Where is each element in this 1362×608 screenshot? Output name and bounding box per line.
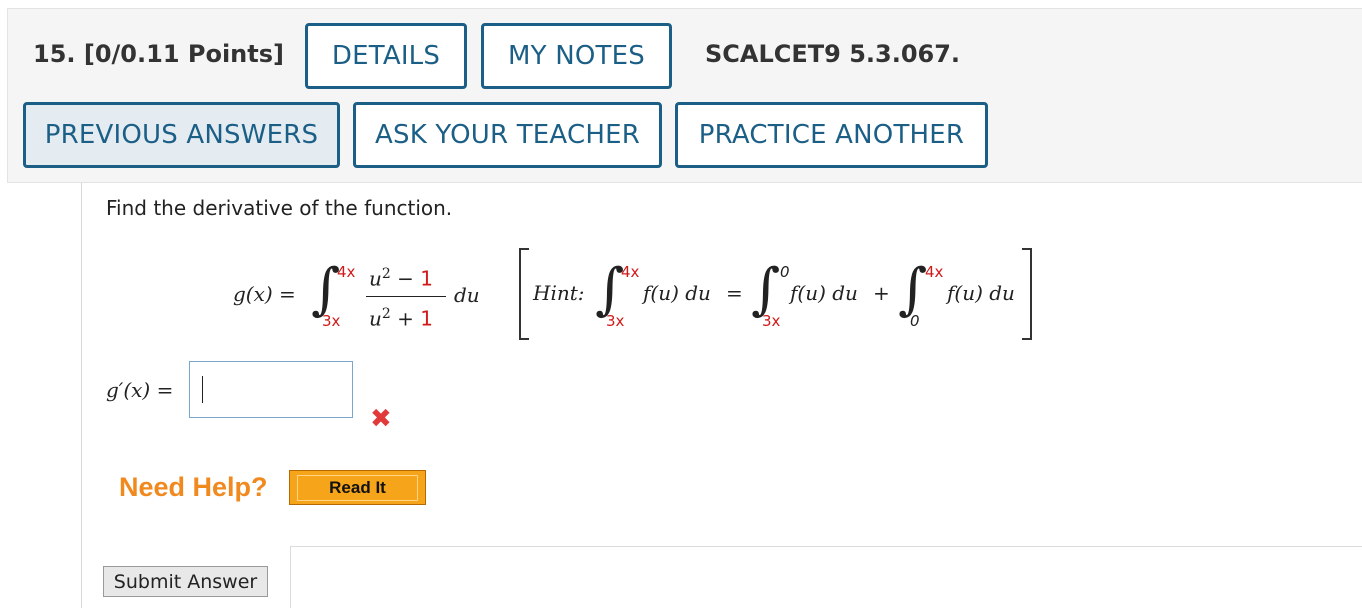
incorrect-x-icon: ✖	[370, 404, 392, 434]
hint-int1-upper: 4x	[621, 263, 640, 281]
hint-integrand-3: f(u) du	[947, 281, 1015, 305]
numerator-exp: 2	[381, 266, 391, 282]
read-it-button[interactable]: Read It	[289, 470, 426, 505]
numerator: u2 − 1	[369, 266, 433, 291]
answer-label: g′(x) =	[106, 378, 174, 402]
numerator-var: u	[369, 266, 382, 291]
numerator-const: 1	[420, 266, 434, 291]
content-border	[81, 183, 82, 608]
fraction-bar	[366, 296, 446, 297]
hint-int3-lower: 0	[910, 312, 920, 330]
practice-another-button[interactable]: PRACTICE ANOTHER	[675, 102, 988, 168]
denominator-var: u	[369, 306, 382, 331]
lower-limit: 3x	[322, 312, 341, 330]
integral-sign: ∫	[311, 257, 341, 322]
hint-integral-3: ∫	[898, 257, 928, 322]
hint-int2-upper: 0	[780, 263, 790, 281]
my-notes-button[interactable]: MY NOTES	[481, 23, 672, 89]
hint-int2-lower: 3x	[762, 312, 781, 330]
denominator-exp: 2	[381, 306, 391, 322]
denominator-const: 1	[420, 306, 434, 331]
hint-plus: +	[873, 281, 890, 305]
function-lhs: g(x) =	[233, 282, 296, 306]
text-cursor	[202, 376, 203, 403]
numerator-op: −	[397, 266, 414, 291]
feedback-area	[290, 546, 1362, 608]
submit-answer-button[interactable]: Submit Answer	[103, 566, 268, 597]
answer-input[interactable]	[189, 361, 353, 418]
hint-right-bracket	[1022, 248, 1032, 340]
question-points: 15. [0/0.11 Points]	[33, 40, 284, 68]
hint-integrand-1: f(u) du	[643, 281, 711, 305]
denominator: u2 + 1	[369, 306, 433, 331]
ask-your-teacher-button[interactable]: ASK YOUR TEACHER	[353, 102, 662, 168]
details-button[interactable]: DETAILS	[305, 23, 467, 89]
hint-integral-1: ∫	[595, 257, 625, 322]
read-it-label: Read It	[297, 474, 418, 501]
problem-prompt: Find the derivative of the function.	[106, 196, 453, 220]
hint-int3-upper: 4x	[925, 263, 944, 281]
hint-int1-lower: 3x	[606, 312, 625, 330]
denominator-op: +	[397, 306, 414, 331]
question-code: SCALCET9 5.3.067.	[705, 40, 961, 68]
hint-integrand-2: f(u) du	[790, 281, 858, 305]
need-help-label: Need Help?	[119, 472, 268, 502]
hint-integral-2: ∫	[751, 257, 781, 322]
hint-left-bracket	[519, 248, 529, 340]
upper-limit: 4x	[337, 263, 356, 281]
hint-label: Hint:	[533, 281, 585, 305]
hint-equals: =	[726, 281, 743, 305]
differential: du	[454, 283, 480, 307]
previous-answers-button[interactable]: PREVIOUS ANSWERS	[23, 102, 340, 168]
